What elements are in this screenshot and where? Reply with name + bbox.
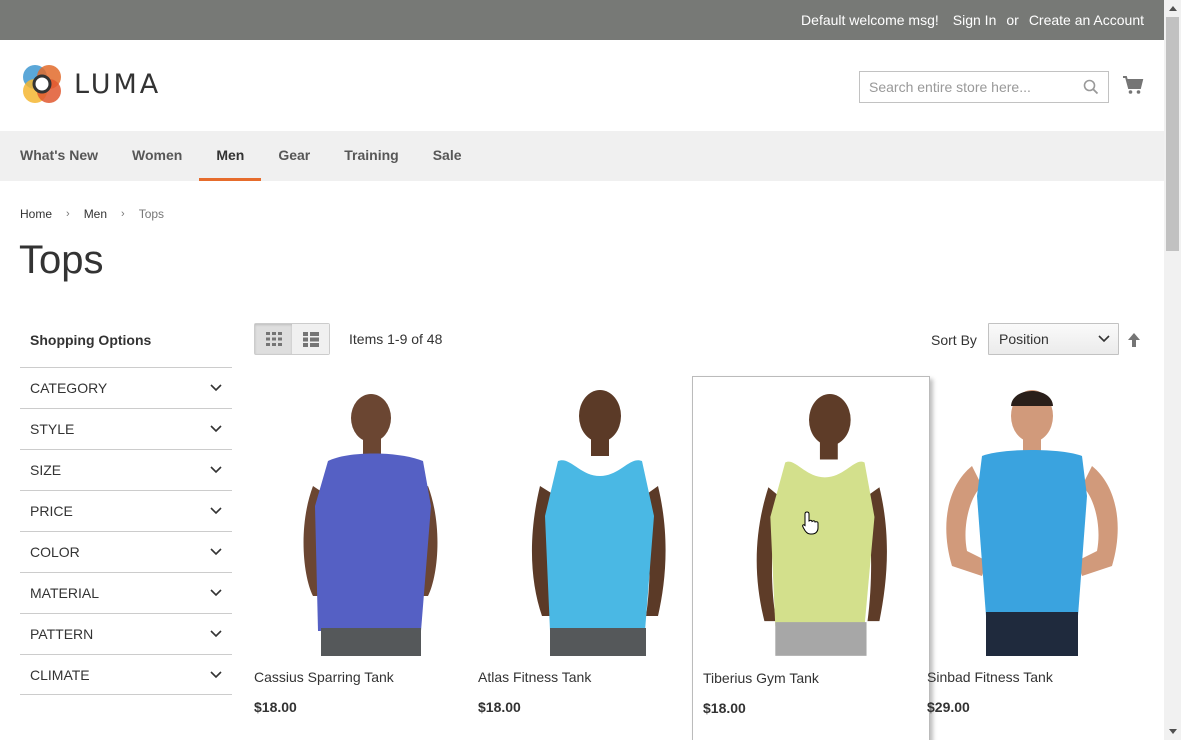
product-image[interactable]	[927, 376, 1164, 656]
shopping-options-sidebar: Shopping Options CATEGORY STYLE SIZE PRI…	[20, 324, 232, 695]
scrollbar-thumb[interactable]	[1166, 17, 1179, 251]
chevron-down-icon	[210, 507, 222, 515]
chevron-right-icon: ›	[66, 208, 70, 220]
filter-label: MATERIAL	[30, 585, 99, 601]
list-view-button[interactable]	[292, 324, 329, 354]
chevron-down-icon	[210, 384, 222, 392]
chevron-down-icon	[210, 466, 222, 474]
view-modes	[254, 323, 330, 355]
top-bar: Default welcome msg! Sign In or Create a…	[0, 0, 1164, 40]
sort-by-select[interactable]: Position	[988, 323, 1119, 355]
header: LUMA	[0, 40, 1164, 131]
items-count: Items 1-9 of 48	[349, 331, 443, 347]
nav-item-gear[interactable]: Gear	[261, 131, 327, 181]
filter-style[interactable]: STYLE	[20, 408, 232, 449]
filter-label: SIZE	[30, 462, 62, 478]
sort-by-label: Sort By	[931, 332, 977, 348]
chevron-down-icon	[1098, 335, 1110, 343]
product-price: $18.00	[478, 699, 521, 715]
chevron-down-icon	[210, 589, 222, 597]
product-price: $29.00	[927, 699, 970, 715]
main-nav: What's New Women Men Gear Training Sale	[0, 131, 1164, 181]
grid-view-button[interactable]	[255, 324, 292, 354]
page-scrollbar[interactable]	[1164, 0, 1181, 740]
nav-item-training[interactable]: Training	[327, 131, 415, 181]
products-toolbar: Items 1-9 of 48 Sort By Position	[254, 323, 1144, 355]
hand-cursor-icon	[802, 511, 819, 535]
chevron-down-icon	[210, 425, 222, 433]
chevron-down-icon	[210, 670, 222, 678]
product-item[interactable]: Atlas Fitness Tank $18.00	[478, 376, 716, 740]
breadcrumb: Home › Men › Tops	[20, 207, 164, 221]
welcome-message: Default welcome msg!	[801, 12, 939, 28]
scroll-down-arrow-icon[interactable]	[1164, 723, 1181, 740]
filter-category[interactable]: CATEGORY	[20, 367, 232, 408]
sidebar-title: Shopping Options	[30, 332, 152, 348]
filter-size[interactable]: SIZE	[20, 449, 232, 490]
filter-color[interactable]: COLOR	[20, 531, 232, 572]
breadcrumb-tops: Tops	[138, 207, 165, 221]
product-name[interactable]: Sinbad Fitness Tank	[927, 669, 1053, 685]
create-account-link[interactable]: Create an Account	[1029, 12, 1144, 28]
filter-pattern[interactable]: PATTERN	[20, 613, 232, 654]
chevron-right-icon: ›	[121, 208, 125, 220]
filter-climate[interactable]: CLIMATE	[20, 654, 232, 695]
filter-label: CLIMATE	[30, 666, 90, 683]
product-name[interactable]: Atlas Fitness Tank	[478, 669, 591, 685]
product-item[interactable]: Sinbad Fitness Tank $29.00	[927, 376, 1164, 740]
breadcrumb-men[interactable]: Men	[84, 207, 107, 221]
nav-item-whats-new[interactable]: What's New	[20, 131, 115, 181]
or-text: or	[1006, 12, 1019, 28]
logo-text: LUMA	[74, 68, 162, 100]
scroll-up-arrow-icon[interactable]	[1164, 0, 1181, 17]
grid-icon	[265, 332, 282, 346]
sign-in-link[interactable]: Sign In	[953, 12, 997, 28]
filter-label: STYLE	[30, 421, 75, 437]
product-image[interactable]	[478, 376, 716, 656]
luma-logo-icon	[23, 65, 61, 103]
search-icon[interactable]	[1083, 79, 1099, 95]
filter-price[interactable]: PRICE	[20, 490, 232, 531]
page-title: Tops	[19, 238, 104, 282]
product-price: $18.00	[703, 700, 746, 716]
filter-label: PATTERN	[30, 626, 94, 642]
nav-item-sale[interactable]: Sale	[416, 131, 479, 181]
sort-by-value: Position	[999, 331, 1049, 347]
filter-material[interactable]: MATERIAL	[20, 572, 232, 613]
chevron-down-icon	[210, 630, 222, 638]
page: Default welcome msg! Sign In or Create a…	[0, 0, 1164, 740]
logo[interactable]: LUMA	[20, 62, 161, 106]
nav-item-women[interactable]: Women	[115, 131, 199, 181]
breadcrumb-home[interactable]: Home	[20, 207, 52, 221]
sort-direction-arrow-up-icon[interactable]	[1128, 333, 1140, 347]
nav-item-men[interactable]: Men	[199, 131, 262, 181]
product-price: $18.00	[254, 699, 297, 715]
filter-label: PRICE	[30, 503, 73, 519]
filter-label: CATEGORY	[30, 380, 108, 396]
cart-icon[interactable]	[1122, 74, 1144, 96]
search-input[interactable]	[860, 72, 1070, 102]
product-image[interactable]	[254, 376, 492, 656]
search-box	[859, 71, 1109, 103]
product-item[interactable]: Cassius Sparring Tank $18.00	[254, 376, 492, 740]
product-name[interactable]: Cassius Sparring Tank	[254, 669, 394, 685]
chevron-down-icon	[210, 548, 222, 556]
product-name[interactable]: Tiberius Gym Tank	[703, 670, 819, 686]
filter-label: COLOR	[30, 544, 80, 560]
product-item[interactable]: Tiberius Gym Tank $18.00	[692, 376, 930, 740]
list-icon	[302, 331, 319, 347]
